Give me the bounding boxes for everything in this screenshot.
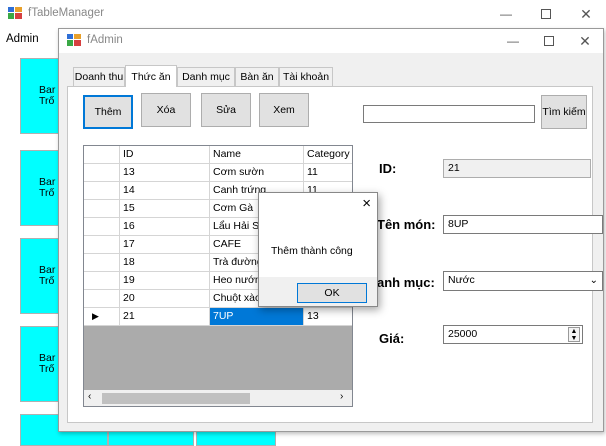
tab-ban-an[interactable]: Bàn ăn bbox=[235, 67, 279, 86]
tab-label: Doanh thu bbox=[74, 71, 124, 83]
close-icon: ✕ bbox=[579, 32, 591, 49]
table-row[interactable]: 13 Cơm sườn 11 bbox=[84, 164, 352, 182]
cell-id[interactable]: 21 bbox=[120, 308, 210, 326]
column-header-name[interactable]: Name bbox=[210, 146, 304, 164]
cell-category[interactable]: 13 bbox=[304, 308, 352, 326]
category-label: anh mục: bbox=[377, 275, 435, 290]
cell-id[interactable]: 17 bbox=[120, 236, 210, 254]
price-stepper[interactable]: ▲ ▼ bbox=[568, 327, 580, 342]
search-button[interactable]: Tìm kiếm bbox=[541, 95, 587, 129]
category-selected-value: Nước bbox=[448, 274, 475, 286]
table-button-label: Bar Trố bbox=[39, 176, 56, 199]
column-header-category[interactable]: Category bbox=[304, 146, 352, 164]
scrollbar-thumb[interactable] bbox=[102, 393, 250, 404]
chevron-down-icon: ⌄ bbox=[589, 275, 598, 286]
scroll-left-icon[interactable]: ‹ bbox=[88, 391, 91, 402]
menu-admin[interactable]: Admin bbox=[6, 33, 39, 45]
parent-titlebar: fTableManager — ✕ bbox=[0, 0, 606, 28]
cell-id[interactable]: 19 bbox=[120, 272, 210, 290]
admin-titlebar: fAdmin — ✕ bbox=[59, 29, 603, 53]
message-close-button[interactable]: × bbox=[362, 195, 371, 212]
row-header[interactable] bbox=[84, 218, 120, 236]
view-button[interactable]: Xem bbox=[259, 93, 309, 127]
table-button-label: Bar Trố bbox=[39, 352, 56, 375]
price-label: Giá: bbox=[379, 331, 405, 346]
stepper-down-icon[interactable]: ▼ bbox=[571, 335, 578, 342]
cell-id[interactable]: 13 bbox=[120, 164, 210, 182]
id-label: ID: bbox=[379, 161, 397, 176]
admin-window-title: fAdmin bbox=[87, 34, 123, 46]
message-box-body: × Thêm thành công bbox=[259, 193, 377, 277]
admin-maximize-button[interactable] bbox=[531, 29, 567, 53]
table-button-label: Bar Trố bbox=[39, 84, 56, 107]
scroll-right-icon[interactable]: › bbox=[340, 391, 343, 402]
cell-id[interactable]: 20 bbox=[120, 290, 210, 308]
close-icon: ✕ bbox=[580, 5, 592, 22]
column-header-id[interactable]: ID bbox=[120, 146, 210, 164]
maximize-button[interactable] bbox=[526, 0, 566, 28]
tab-doanh-thu[interactable]: Doanh thu bbox=[73, 67, 125, 86]
stepper-up-icon[interactable]: ▲ bbox=[571, 328, 578, 335]
current-row-arrow-icon: ▶ bbox=[92, 311, 99, 321]
cell-id[interactable]: 15 bbox=[120, 200, 210, 218]
add-button[interactable]: Thêm bbox=[83, 95, 133, 129]
cell-name[interactable]: Cơm sườn bbox=[210, 164, 304, 182]
message-box: × Thêm thành công OK bbox=[258, 192, 378, 307]
parent-window-title: fTableManager bbox=[28, 7, 105, 19]
cell-id[interactable]: 16 bbox=[120, 218, 210, 236]
ok-button[interactable]: OK bbox=[297, 283, 367, 303]
tab-label: Bàn ăn bbox=[240, 71, 274, 83]
table-button-label: Bar Trố bbox=[39, 264, 56, 287]
food-name-label: Tên món: bbox=[377, 217, 436, 232]
cell-name[interactable]: 7UP bbox=[210, 308, 304, 326]
row-header[interactable] bbox=[84, 254, 120, 272]
delete-button[interactable]: Xóa bbox=[141, 93, 191, 127]
minimize-icon: — bbox=[507, 34, 519, 48]
tab-tai-khoan[interactable]: Tài khoản bbox=[279, 67, 333, 86]
table-row-selected[interactable]: ▶ 21 7UP 13 bbox=[84, 308, 352, 326]
grid-header: ID Name Category bbox=[84, 146, 352, 164]
admin-close-button[interactable]: ✕ bbox=[567, 29, 603, 53]
price-value: 25000 bbox=[448, 328, 478, 340]
app-icon bbox=[8, 7, 22, 19]
cell-id[interactable]: 14 bbox=[120, 182, 210, 200]
row-header-corner bbox=[84, 146, 120, 164]
row-header[interactable] bbox=[84, 164, 120, 182]
tab-danh-muc[interactable]: Danh mục bbox=[177, 67, 235, 86]
row-header[interactable] bbox=[84, 236, 120, 254]
maximize-icon bbox=[541, 9, 551, 19]
cell-category[interactable]: 11 bbox=[304, 164, 352, 182]
minimize-icon: — bbox=[500, 7, 512, 21]
price-input[interactable]: 25000 ▲ ▼ bbox=[443, 325, 583, 344]
edit-button[interactable]: Sửa bbox=[201, 93, 251, 127]
search-input[interactable] bbox=[363, 105, 535, 123]
id-field: 21 bbox=[443, 159, 591, 178]
cell-id[interactable]: 18 bbox=[120, 254, 210, 272]
close-button[interactable]: ✕ bbox=[566, 0, 606, 28]
row-header[interactable] bbox=[84, 182, 120, 200]
tab-label: Thức ăn bbox=[131, 70, 171, 83]
message-text: Thêm thành công bbox=[271, 245, 353, 257]
horizontal-scrollbar[interactable]: ‹ › bbox=[84, 390, 352, 406]
admin-minimize-button[interactable]: — bbox=[495, 29, 531, 53]
maximize-icon bbox=[544, 36, 554, 46]
food-name-input[interactable]: 8UP bbox=[443, 215, 603, 234]
tab-label: Tài khoản bbox=[282, 71, 330, 83]
row-header[interactable] bbox=[84, 290, 120, 308]
tab-thuc-an[interactable]: Thức ăn bbox=[125, 65, 177, 87]
app-icon bbox=[67, 34, 81, 46]
tab-label: Danh mục bbox=[182, 71, 230, 83]
row-header[interactable] bbox=[84, 200, 120, 218]
minimize-button[interactable]: — bbox=[486, 0, 526, 28]
row-header[interactable]: ▶ bbox=[84, 308, 120, 326]
category-select[interactable]: Nước ⌄ bbox=[443, 271, 603, 291]
row-header[interactable] bbox=[84, 272, 120, 290]
